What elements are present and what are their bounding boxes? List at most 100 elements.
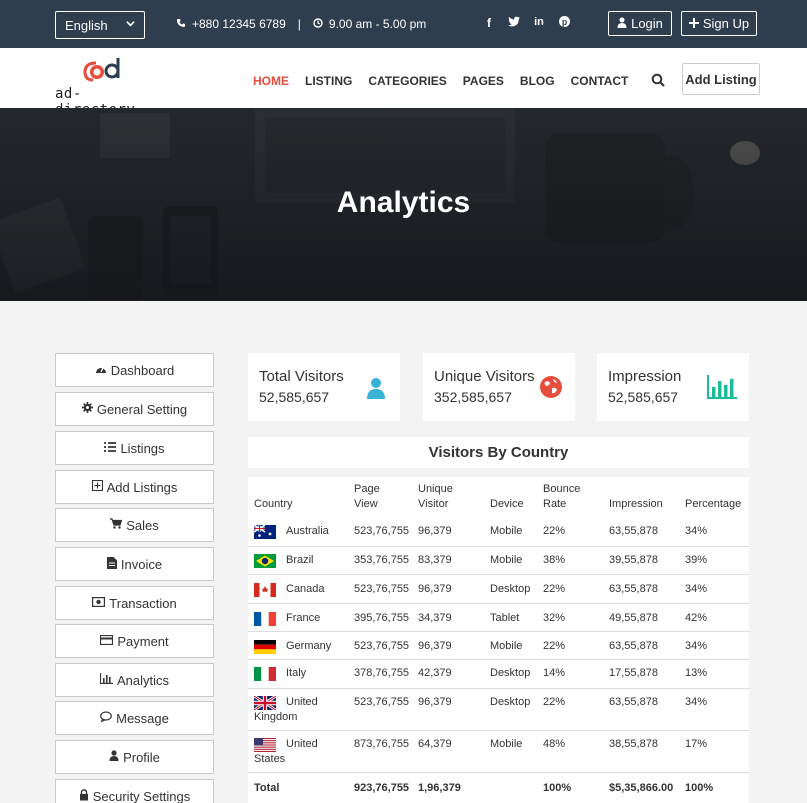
signup-button[interactable]: Sign Up bbox=[681, 11, 757, 36]
visitors-by-country-table: Country Page View Unique Visitor Device … bbox=[248, 477, 749, 803]
sidebar-item-transaction[interactable]: Transaction bbox=[55, 586, 214, 620]
table-row: Australia 523,76,755 96,379 Mobile 22% 6… bbox=[248, 518, 749, 546]
sidebar-item-message[interactable]: Message bbox=[55, 701, 214, 735]
nav-home[interactable]: HOME bbox=[253, 74, 289, 88]
sidebar-item-label: Sales bbox=[126, 517, 159, 533]
dashboard-icon bbox=[95, 363, 107, 377]
add-listing-button[interactable]: Add Listing bbox=[682, 63, 760, 95]
nav-contact[interactable]: CONTACT bbox=[571, 74, 629, 88]
facebook-icon[interactable]: f bbox=[483, 16, 495, 30]
chevron-down-icon bbox=[126, 19, 135, 31]
file-icon bbox=[106, 556, 117, 572]
site-logo[interactable]: ad-directory bbox=[55, 54, 151, 118]
signup-label: Sign Up bbox=[702, 16, 750, 31]
sidebar-item-dashboard[interactable]: Dashboard bbox=[55, 353, 214, 387]
cell-impression: 63,55,878 bbox=[609, 583, 658, 595]
table-row: Germany 523,76,755 96,379 Mobile 22% 63,… bbox=[248, 631, 749, 659]
linkedin-icon[interactable]: in bbox=[533, 16, 545, 30]
language-value: English bbox=[65, 17, 108, 33]
pinterest-icon[interactable]: p bbox=[558, 16, 570, 30]
sidebar-item-general-setting[interactable]: General Setting bbox=[55, 392, 214, 426]
cart-icon bbox=[110, 518, 123, 532]
main-navbar: ad-directory HOME LISTING CATEGORIES PAG… bbox=[0, 48, 807, 118]
money-icon bbox=[92, 596, 106, 610]
table-row: Canada 523,76,755 96,379 Desktop 22% 63,… bbox=[248, 574, 749, 603]
nav-blog[interactable]: BLOG bbox=[520, 74, 555, 88]
cell-total-label: Total bbox=[254, 782, 280, 794]
nav-pages[interactable]: PAGES bbox=[463, 74, 504, 88]
cell-total-impression: $5,35,866.00 bbox=[609, 782, 674, 794]
plus-icon bbox=[688, 16, 699, 31]
cell-page-view: 523,76,755 bbox=[354, 583, 410, 595]
stat-label: Impression bbox=[608, 368, 682, 385]
sidebar-item-analytics[interactable]: Analytics bbox=[55, 663, 214, 697]
cell-percentage: 13% bbox=[685, 667, 708, 679]
sidebar-item-add-listings[interactable]: Add Listings bbox=[55, 470, 214, 504]
header-page-view: Page View bbox=[354, 483, 380, 510]
cell-bounce-rate: 48% bbox=[543, 738, 566, 750]
search-icon[interactable] bbox=[651, 73, 665, 87]
germany-flag-icon bbox=[254, 640, 276, 654]
nav-listing[interactable]: LISTING bbox=[305, 74, 352, 88]
cell-impression: 39,55,878 bbox=[609, 554, 658, 566]
phone-icon bbox=[176, 17, 186, 31]
sidebar-item-profile[interactable]: Profile bbox=[55, 740, 214, 774]
stat-value: 352,585,657 bbox=[434, 389, 512, 405]
cell-page-view: 395,76,755 bbox=[354, 612, 410, 624]
table-row: Brazil 353,76,755 83,379 Mobile 38% 39,5… bbox=[248, 546, 749, 574]
sidebar-item-label: Listings bbox=[120, 440, 165, 456]
canada-flag-icon bbox=[254, 583, 276, 597]
sidebar-item-security-settings[interactable]: Security Settings bbox=[55, 779, 214, 803]
list-icon bbox=[104, 441, 117, 455]
sidebar-item-invoice[interactable]: Invoice bbox=[55, 547, 214, 581]
cell-percentage: 39% bbox=[685, 554, 708, 566]
sidebar-item-label: Analytics bbox=[116, 672, 170, 688]
italy-flag-icon bbox=[254, 667, 276, 681]
sidebar-item-label: Security Settings bbox=[92, 788, 191, 803]
sidebar-item-payment[interactable]: Payment bbox=[55, 624, 214, 658]
twitter-icon[interactable] bbox=[508, 16, 520, 30]
cell-device: Tablet bbox=[490, 612, 520, 624]
gear-icon bbox=[81, 402, 93, 416]
cell-device: Mobile bbox=[490, 525, 523, 537]
logo-mark-icon bbox=[83, 58, 120, 82]
cell-total-bounce-rate: 100% bbox=[543, 782, 572, 794]
language-select[interactable]: English bbox=[55, 11, 145, 39]
cell-total-unique-visitor: 1,96,379 bbox=[418, 782, 461, 794]
cell-unique-visitor: 96,379 bbox=[418, 525, 452, 537]
hero-banner: Analytics bbox=[0, 108, 807, 301]
cell-page-view: 353,76,755 bbox=[354, 554, 410, 566]
sidebar-item-label: Add Listings bbox=[106, 479, 178, 495]
user-icon bbox=[109, 750, 119, 764]
plus-square-icon bbox=[91, 480, 103, 494]
header-impression: Impression bbox=[609, 498, 663, 510]
office-hours: 9.00 am - 5.00 pm bbox=[328, 17, 427, 31]
table-row: United States 873,76,755 64,379 Mobile 4… bbox=[248, 730, 749, 772]
stat-card-total-visitors: Total Visitors 52,585,657 bbox=[248, 353, 400, 421]
nav-categories[interactable]: CATEGORIES bbox=[368, 74, 446, 88]
cell-impression: 63,55,878 bbox=[609, 525, 658, 537]
lock-icon bbox=[79, 788, 89, 803]
sidebar-item-listings[interactable]: Listings bbox=[55, 431, 214, 465]
clock-icon bbox=[313, 17, 323, 31]
header-country: Country bbox=[254, 498, 293, 510]
cell-country: Brazil bbox=[286, 554, 314, 566]
cell-bounce-rate: 22% bbox=[543, 583, 566, 595]
table-row: France 395,76,755 34,379 Tablet 32% 49,5… bbox=[248, 603, 749, 631]
sidebar-item-label: Invoice bbox=[120, 556, 163, 572]
sidebar-item-sales[interactable]: Sales bbox=[55, 508, 214, 542]
login-button[interactable]: Login bbox=[608, 11, 672, 36]
cell-bounce-rate: 22% bbox=[543, 640, 566, 652]
sidebar-item-label: General Setting bbox=[96, 401, 188, 417]
bar-chart-icon bbox=[99, 673, 113, 687]
login-label: Login bbox=[631, 16, 663, 31]
cell-country: France bbox=[286, 612, 321, 624]
cell-impression: 63,55,878 bbox=[609, 696, 658, 708]
cell-bounce-rate: 14% bbox=[543, 667, 566, 679]
sidebar-item-label: Message bbox=[116, 710, 169, 726]
credit-card-icon bbox=[100, 634, 114, 648]
cell-country: United States bbox=[254, 738, 318, 765]
cell-percentage: 42% bbox=[685, 612, 708, 624]
cell-country: United Kingdom bbox=[254, 696, 318, 723]
cell-device: Mobile bbox=[490, 554, 523, 566]
